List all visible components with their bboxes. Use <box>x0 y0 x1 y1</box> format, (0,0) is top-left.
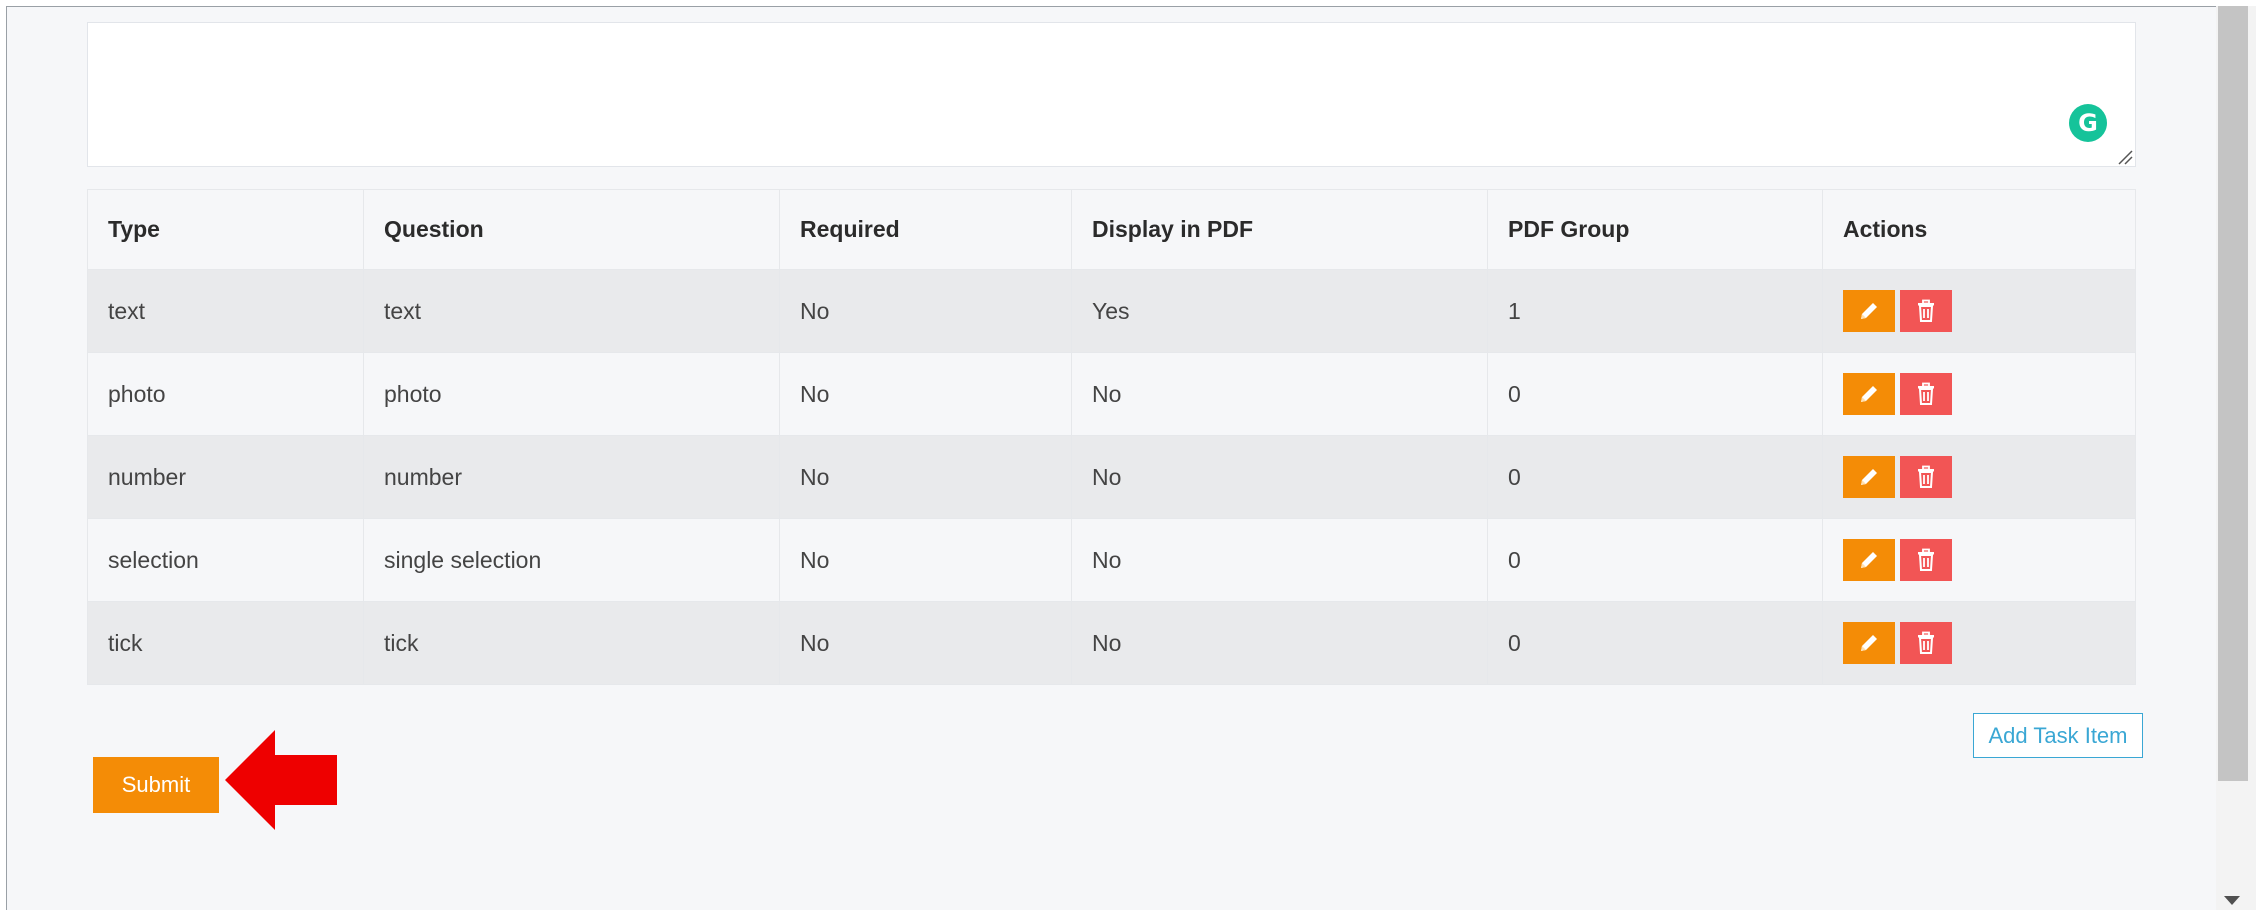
edit-button[interactable] <box>1843 622 1895 664</box>
trash-icon <box>1918 465 1934 488</box>
table-row: photo photo No No 0 <box>87 352 2136 436</box>
submit-button[interactable]: Submit <box>93 757 219 813</box>
delete-button[interactable] <box>1900 373 1952 415</box>
cell-question: single selection <box>363 518 780 602</box>
pencil-icon <box>1861 552 1877 568</box>
page-content: G Type Question Required Display in PDF … <box>6 6 2216 910</box>
pencil-icon <box>1861 469 1877 485</box>
cell-type: number <box>87 435 364 519</box>
task-items-table: Type Question Required Display in PDF PD… <box>87 189 2136 685</box>
cell-required: No <box>779 601 1072 685</box>
cell-pdf-group: 0 <box>1487 518 1823 602</box>
edit-button[interactable] <box>1843 539 1895 581</box>
delete-button[interactable] <box>1900 290 1952 332</box>
scroll-down-arrow-icon[interactable] <box>2224 896 2240 905</box>
trash-icon <box>1918 382 1934 405</box>
edit-button[interactable] <box>1843 456 1895 498</box>
add-task-item-button[interactable]: Add Task Item <box>1973 713 2143 758</box>
table-row: selection single selection No No 0 <box>87 518 2136 602</box>
annotation-arrow-icon <box>225 730 337 830</box>
header-pdf-group: PDF Group <box>1487 189 1823 270</box>
header-type: Type <box>87 189 364 270</box>
cell-question: number <box>363 435 780 519</box>
cell-display-in-pdf: No <box>1071 518 1488 602</box>
cell-type: tick <box>87 601 364 685</box>
delete-button[interactable] <box>1900 539 1952 581</box>
cell-actions <box>1822 601 2136 685</box>
cell-pdf-group: 0 <box>1487 435 1823 519</box>
edit-button[interactable] <box>1843 290 1895 332</box>
trash-icon <box>1918 548 1934 571</box>
pencil-icon <box>1861 386 1877 402</box>
cell-type: selection <box>87 518 364 602</box>
cell-pdf-group: 0 <box>1487 352 1823 436</box>
header-display-in-pdf: Display in PDF <box>1071 189 1488 270</box>
cell-display-in-pdf: No <box>1071 352 1488 436</box>
header-actions: Actions <box>1822 189 2136 270</box>
trash-icon <box>1918 299 1934 322</box>
cell-question: text <box>363 269 780 353</box>
scrollbar-thumb[interactable] <box>2218 6 2248 781</box>
cell-required: No <box>779 435 1072 519</box>
cell-actions <box>1822 518 2136 602</box>
vertical-scrollbar[interactable] <box>2216 6 2256 910</box>
description-textarea[interactable] <box>87 22 2136 167</box>
pencil-icon <box>1861 635 1877 651</box>
header-required: Required <box>779 189 1072 270</box>
edit-button[interactable] <box>1843 373 1895 415</box>
pencil-icon <box>1861 303 1877 319</box>
cell-pdf-group: 0 <box>1487 601 1823 685</box>
cell-actions <box>1822 269 2136 353</box>
table-row: number number No No 0 <box>87 435 2136 519</box>
cell-required: No <box>779 352 1072 436</box>
cell-actions <box>1822 352 2136 436</box>
cell-required: No <box>779 269 1072 353</box>
cell-question: photo <box>363 352 780 436</box>
trash-icon <box>1918 631 1934 654</box>
delete-button[interactable] <box>1900 622 1952 664</box>
cell-required: No <box>779 518 1072 602</box>
cell-type: text <box>87 269 364 353</box>
table-row: text text No Yes 1 <box>87 269 2136 353</box>
table-header-row: Type Question Required Display in PDF PD… <box>87 189 2136 270</box>
cell-question: tick <box>363 601 780 685</box>
resize-handle-icon[interactable] <box>2117 149 2133 165</box>
grammarly-icon[interactable]: G <box>2069 104 2107 142</box>
cell-display-in-pdf: No <box>1071 601 1488 685</box>
table-row: tick tick No No 0 <box>87 601 2136 685</box>
cell-display-in-pdf: Yes <box>1071 269 1488 353</box>
header-question: Question <box>363 189 780 270</box>
delete-button[interactable] <box>1900 456 1952 498</box>
cell-pdf-group: 1 <box>1487 269 1823 353</box>
cell-actions <box>1822 435 2136 519</box>
cell-type: photo <box>87 352 364 436</box>
cell-display-in-pdf: No <box>1071 435 1488 519</box>
